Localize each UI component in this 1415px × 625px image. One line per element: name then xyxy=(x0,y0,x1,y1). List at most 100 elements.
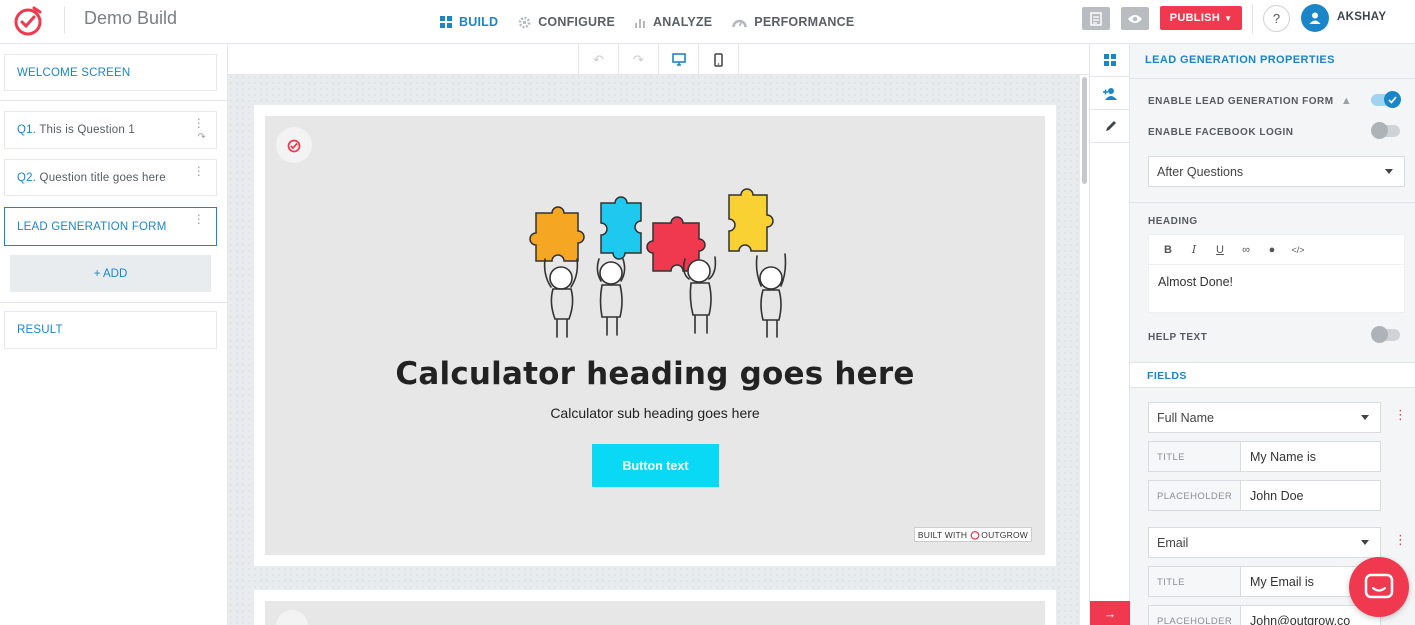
code-icon[interactable]: </> xyxy=(1285,245,1311,255)
panel-title: LEAD GENERATION PROPERTIES xyxy=(1145,54,1335,66)
rail-edit-button[interactable] xyxy=(1090,110,1130,143)
gauge-icon xyxy=(732,16,748,28)
form-position-select[interactable]: After Questions xyxy=(1148,156,1405,187)
heading-editor[interactable]: B I U ∞ ● </> Almost Done! xyxy=(1148,234,1405,313)
field-placeholder-input[interactable]: John@outgrow.co xyxy=(1250,614,1350,625)
builder-sidebar: WELCOME SCREEN Q1. This is Question 1 ⋮ … xyxy=(0,44,228,625)
help-text-toggle[interactable] xyxy=(1371,326,1400,343)
publish-button[interactable]: PUBLISH ▼ xyxy=(1160,6,1242,30)
link-icon[interactable]: ∞ xyxy=(1233,244,1259,256)
nav-configure[interactable]: CONFIGURE xyxy=(518,15,615,29)
field-more-icon[interactable]: ⋮ xyxy=(1394,408,1407,421)
field-placeholder-label: PLACEHOLDER xyxy=(1149,481,1241,510)
field-type-value: Email xyxy=(1157,535,1189,550)
username[interactable]: AKSHAY xyxy=(1337,11,1386,23)
logo-divider xyxy=(64,6,65,34)
app-title[interactable]: Demo Build xyxy=(84,8,177,29)
field-title-input[interactable]: My Email is xyxy=(1250,575,1314,589)
templates-button[interactable] xyxy=(1082,7,1110,30)
cta-button[interactable]: Button text xyxy=(592,444,719,487)
mobile-icon xyxy=(714,52,723,67)
help-button[interactable]: ? xyxy=(1263,5,1290,32)
add-user-icon xyxy=(1103,87,1117,100)
sidebar-item-result[interactable]: RESULT xyxy=(4,311,217,349)
canvas-scrollbar[interactable] xyxy=(1080,75,1089,625)
sidebar-item-question-2[interactable]: Q2. Question title goes here ⋮ xyxy=(4,159,217,196)
undo-button[interactable]: ↶ xyxy=(579,44,619,75)
field-placeholder-row: PLACEHOLDER John Doe xyxy=(1148,480,1381,511)
nav-analyze-label: ANALYZE xyxy=(653,15,713,29)
field-title-input[interactable]: My Name is xyxy=(1250,450,1316,464)
publish-label: PUBLISH xyxy=(1169,12,1221,24)
preview-frame-next xyxy=(254,590,1056,625)
question-title: Question title goes here xyxy=(39,171,166,184)
more-options-icon[interactable]: ⋮ xyxy=(193,213,205,225)
sidebar-item-question-1[interactable]: Q1. This is Question 1 ⋮ ↷ xyxy=(4,111,217,149)
panel-divider xyxy=(1130,202,1415,203)
field-title-label: TITLE xyxy=(1149,442,1241,471)
fields-section-header: FIELDS xyxy=(1130,362,1415,388)
calculator-heading[interactable]: Calculator heading goes here xyxy=(265,356,1045,392)
editor-toolbar: B I U ∞ ● </> xyxy=(1149,235,1404,265)
toggle-knob xyxy=(1384,91,1401,108)
enable-facebook-toggle[interactable] xyxy=(1371,122,1400,139)
check-icon xyxy=(1388,96,1397,104)
nav-build-label: BUILD xyxy=(459,15,499,29)
outgrow-logo-icon[interactable] xyxy=(12,4,44,36)
help-text-label: HELP TEXT xyxy=(1148,332,1208,343)
brand-logo-icon xyxy=(276,610,308,625)
warning-icon: ▲ xyxy=(1340,95,1353,107)
redo-button[interactable]: ↷ xyxy=(619,44,659,75)
desktop-view-button[interactable] xyxy=(659,44,699,75)
italic-icon[interactable]: I xyxy=(1181,243,1207,256)
properties-panel: LEAD GENERATION PROPERTIES ENABLE LEAD G… xyxy=(1130,44,1415,625)
avatar[interactable] xyxy=(1301,4,1329,32)
color-drop-icon[interactable]: ● xyxy=(1259,244,1285,256)
chat-icon xyxy=(1364,573,1394,599)
preview-frame: Calculator heading goes here Calculator … xyxy=(254,105,1056,566)
collapse-panel-button[interactable]: → xyxy=(1090,601,1130,625)
field-more-icon[interactable]: ⋮ xyxy=(1394,533,1407,546)
field-type-select[interactable]: Email xyxy=(1148,527,1381,558)
user-icon xyxy=(1309,12,1321,24)
built-with-badge[interactable]: BUILT WITH OUTGROW xyxy=(913,527,1032,542)
enable-facebook-label: ENABLE FACEBOOK LOGIN xyxy=(1148,127,1294,138)
eye-icon xyxy=(1128,14,1142,23)
sidebar-item-label: RESULT xyxy=(17,324,63,336)
chat-launcher-button[interactable] xyxy=(1349,557,1409,617)
rail-layout-button[interactable] xyxy=(1090,44,1130,77)
question-number: Q2. xyxy=(17,171,37,184)
panel-divider xyxy=(1130,78,1415,79)
welcome-screen-preview[interactable]: Calculator heading goes here Calculator … xyxy=(265,116,1045,555)
field-type-select[interactable]: Full Name xyxy=(1148,402,1381,433)
underline-icon[interactable]: U xyxy=(1207,244,1233,256)
more-options-icon[interactable]: ⋮ xyxy=(193,117,205,129)
heading-content[interactable]: Almost Done! xyxy=(1158,275,1233,289)
preview-button[interactable] xyxy=(1121,7,1149,30)
more-options-icon[interactable]: ⋮ xyxy=(193,165,205,177)
bold-icon[interactable]: B xyxy=(1155,244,1181,256)
sidebar-item-welcome[interactable]: WELCOME SCREEN xyxy=(4,54,217,91)
enable-lead-form-toggle[interactable] xyxy=(1371,91,1401,108)
scroll-thumb[interactable] xyxy=(1082,77,1087,184)
sidebar-item-lead-form[interactable]: LEAD GENERATION FORM ⋮ xyxy=(4,207,217,246)
document-icon xyxy=(1090,11,1102,26)
add-label: + ADD xyxy=(93,267,128,280)
badge-prefix: BUILT WITH xyxy=(917,529,968,540)
field-title-row: TITLE My Name is xyxy=(1148,441,1381,472)
next-screen-preview[interactable] xyxy=(265,601,1045,625)
nav-build[interactable]: BUILD xyxy=(440,15,498,29)
caret-down-icon xyxy=(1361,415,1369,420)
calculator-subheading[interactable]: Calculator sub heading goes here xyxy=(265,405,1045,421)
heading-label: HEADING xyxy=(1148,216,1198,227)
nav-analyze[interactable]: ANALYZE xyxy=(635,15,712,29)
outgrow-mini-icon xyxy=(970,530,980,540)
chevron-down-icon: ▼ xyxy=(1224,13,1233,23)
field-placeholder-input[interactable]: John Doe xyxy=(1250,489,1304,503)
mobile-view-button[interactable] xyxy=(699,44,739,75)
question-number: Q1. xyxy=(17,124,37,136)
rail-lead-button[interactable] xyxy=(1090,77,1130,110)
form-position-value: After Questions xyxy=(1157,164,1244,179)
nav-performance[interactable]: PERFORMANCE xyxy=(732,15,854,29)
add-question-button[interactable]: + ADD xyxy=(10,255,211,292)
